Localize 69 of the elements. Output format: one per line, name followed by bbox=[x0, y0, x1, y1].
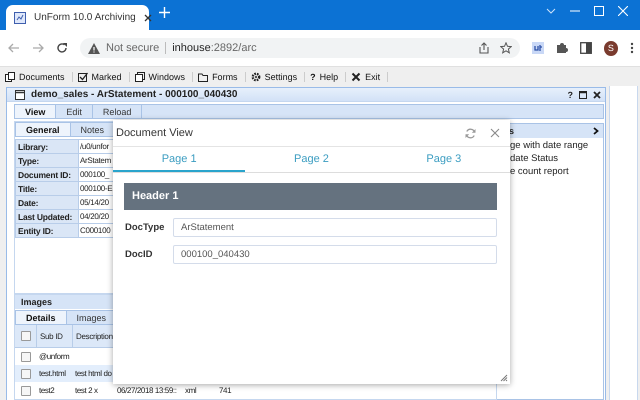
table-cell-text: 741 bbox=[218, 384, 232, 396]
checkbox[interactable] bbox=[21, 368, 31, 378]
settings-icon bbox=[250, 72, 261, 82]
tab[interactable]: View bbox=[15, 105, 56, 118]
input-field[interactable]: 000100_040430 bbox=[173, 245, 497, 264]
close-icon[interactable] bbox=[144, 14, 152, 22]
dialog-title: Document View bbox=[116, 127, 194, 139]
new-tab-icon[interactable] bbox=[159, 7, 170, 18]
checkbox[interactable] bbox=[21, 352, 31, 362]
table-cell-text: test 2 x bbox=[74, 384, 99, 396]
extension-icon[interactable] bbox=[532, 42, 544, 54]
chevron-right-icon[interactable] bbox=[593, 127, 599, 135]
menu-item[interactable]: Marked bbox=[78, 72, 130, 82]
checkbox[interactable] bbox=[20, 331, 30, 341]
reload-icon[interactable] bbox=[56, 42, 68, 54]
security-label: Not secure bbox=[106, 42, 160, 54]
address-host: inhouse bbox=[172, 42, 211, 54]
field-label: DocID bbox=[124, 249, 154, 260]
chevron-down-icon[interactable] bbox=[546, 6, 556, 16]
table-cell-text: xml bbox=[184, 384, 198, 396]
share-icon[interactable] bbox=[478, 42, 490, 54]
menu-item[interactable]: Exit bbox=[351, 72, 388, 82]
refresh-icon[interactable] bbox=[465, 128, 476, 138]
property-label: Date: bbox=[15, 196, 79, 210]
profile-avatar[interactable]: S bbox=[604, 40, 618, 56]
close-icon bbox=[351, 72, 362, 82]
property-label: Document ID: bbox=[15, 168, 79, 182]
address-path: :2892/arc bbox=[210, 42, 257, 54]
menu-item[interactable]: Windows bbox=[134, 72, 194, 82]
more-icon[interactable] bbox=[630, 42, 634, 54]
tab-title: UnForm 10.0 Archiving bbox=[34, 12, 136, 23]
property-label: Last Updated: bbox=[15, 210, 79, 224]
input-field[interactable]: ArStatement bbox=[173, 218, 497, 237]
window-title: demo_sales - ArStatement - 000100_040430 bbox=[31, 89, 238, 100]
warning-icon bbox=[88, 42, 100, 54]
column-header[interactable]: Sub ID bbox=[37, 325, 73, 347]
property-label: Entity ID: bbox=[15, 224, 79, 238]
help-icon: ? bbox=[310, 72, 316, 82]
sidebar-icon[interactable] bbox=[580, 42, 592, 54]
address-bar[interactable]: Not secure inhouse:2892/arc bbox=[80, 38, 520, 58]
page-icon bbox=[14, 12, 26, 24]
close-icon[interactable] bbox=[593, 90, 601, 98]
maximize-icon[interactable] bbox=[579, 90, 587, 98]
folder-icon bbox=[198, 72, 208, 82]
tab[interactable]: General bbox=[16, 123, 71, 136]
table-cell-text: test html do bbox=[74, 368, 113, 380]
table-cell-text: @unform bbox=[38, 350, 70, 362]
table-cell-text: test2 bbox=[38, 384, 56, 396]
section-header: Header 1 bbox=[124, 183, 497, 210]
star-icon[interactable] bbox=[500, 42, 512, 54]
menu-item[interactable]: Forms bbox=[198, 72, 246, 82]
checkbox[interactable] bbox=[21, 386, 31, 396]
table-cell-text: test.html bbox=[38, 368, 67, 380]
field-label: DocType bbox=[124, 222, 166, 233]
windows-icon bbox=[134, 72, 145, 82]
menu-item[interactable]: ? Help bbox=[310, 72, 346, 82]
help-button[interactable]: ? bbox=[568, 90, 573, 100]
property-label: Title: bbox=[15, 182, 79, 196]
tab[interactable]: Details bbox=[16, 311, 67, 324]
documents-icon bbox=[5, 72, 15, 82]
resize-grip-icon[interactable] bbox=[500, 374, 508, 382]
browser-tab[interactable]: UnForm 10.0 Archiving bbox=[6, 5, 149, 30]
table-cell-text: 06/27/2018 13:59:: bbox=[116, 384, 178, 396]
menu-item[interactable]: Settings bbox=[250, 72, 306, 82]
property-label: Library: bbox=[15, 140, 79, 154]
menu-item[interactable]: Documents bbox=[5, 72, 73, 82]
puzzle-icon[interactable] bbox=[556, 42, 568, 54]
property-label: Type: bbox=[15, 154, 79, 168]
checkbox-icon bbox=[78, 72, 88, 82]
